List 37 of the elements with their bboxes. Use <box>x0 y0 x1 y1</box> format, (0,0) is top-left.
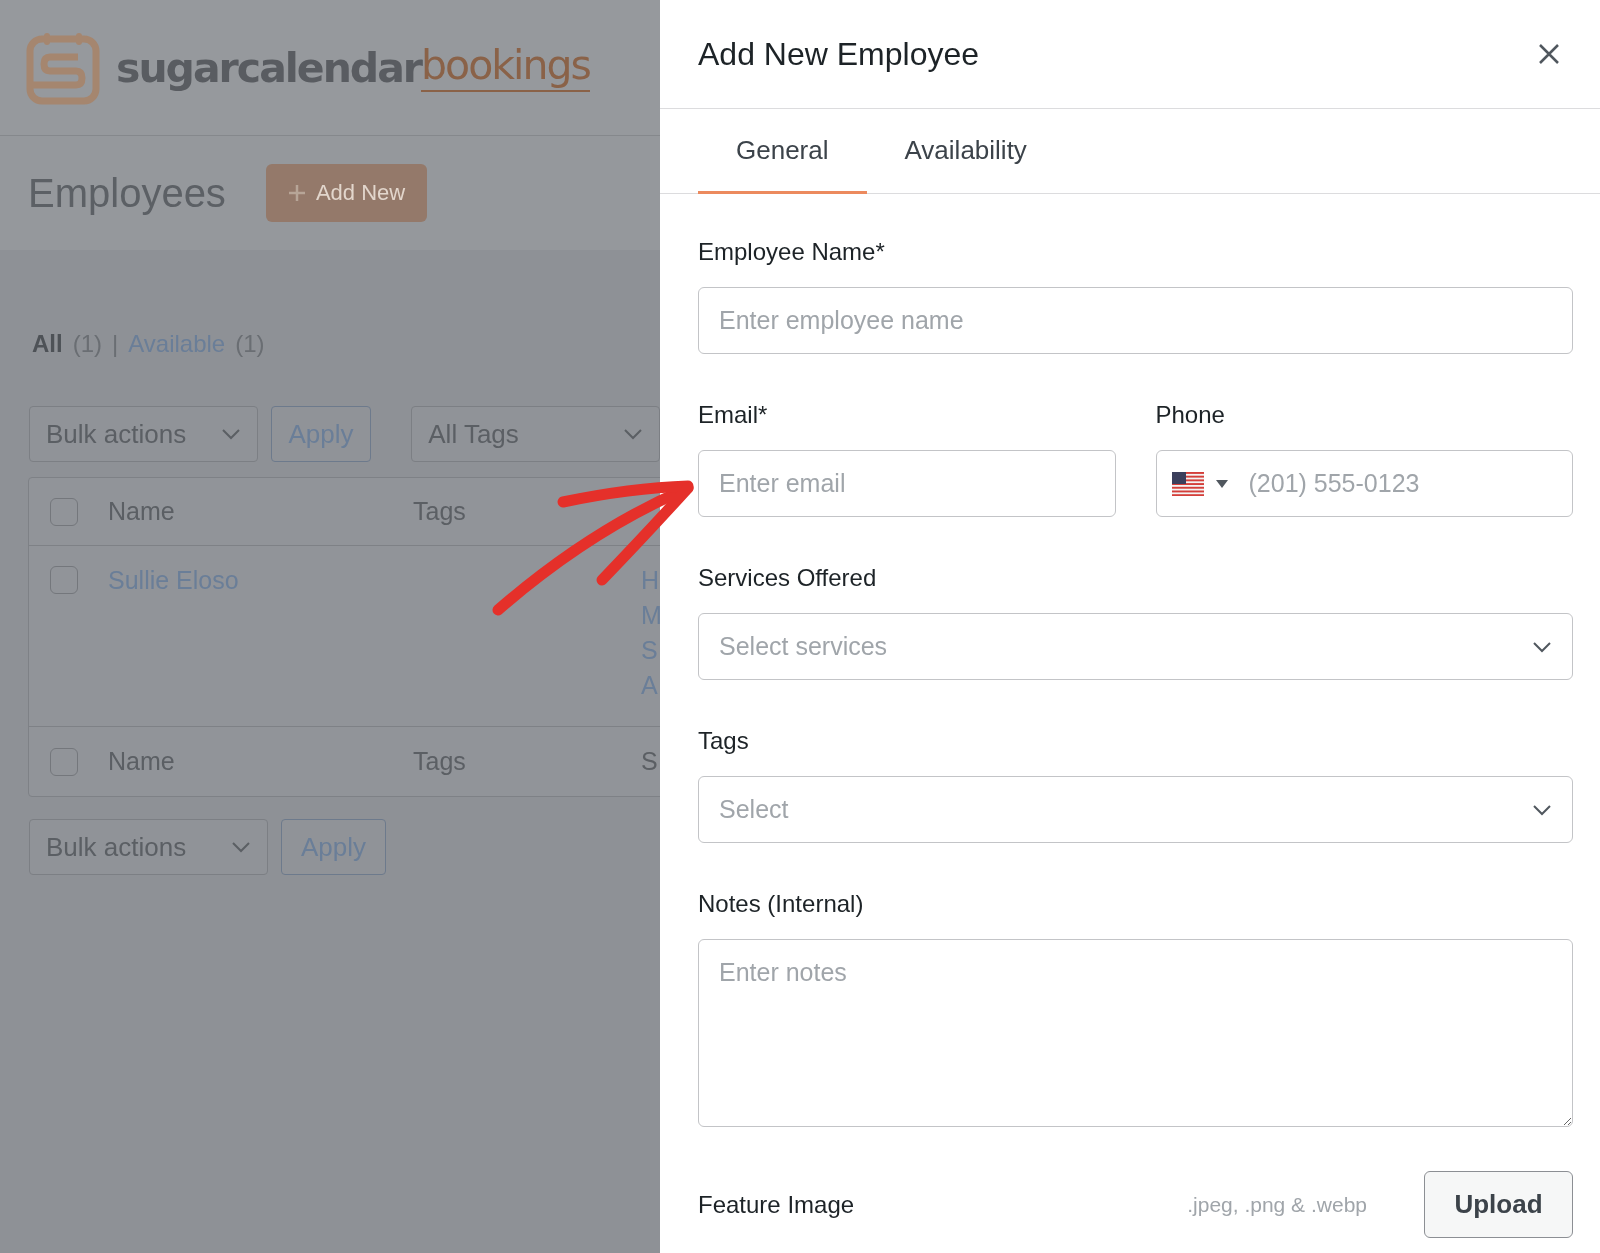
field-label: Notes (Internal) <box>698 890 865 918</box>
caret-icon[interactable] <box>1215 480 1228 488</box>
brand-name: sugarcalendar <box>116 43 422 92</box>
tab[interactable]: Availability <box>866 109 1065 194</box>
close-icon[interactable] <box>1538 43 1560 65</box>
add-new-button[interactable]: Add New <box>265 164 428 222</box>
filter-separator: | <box>112 330 119 358</box>
field-label: Feature Image <box>698 1190 856 1219</box>
chevron-icon <box>623 428 643 440</box>
plus-icon <box>287 184 306 202</box>
select-field[interactable]: Select <box>698 776 1573 843</box>
field-label: Phone <box>1155 401 1226 429</box>
page-heading: Employees <box>28 170 226 216</box>
chevron-icon <box>220 428 241 440</box>
chevron-icon <box>1532 803 1552 816</box>
field-label: Email* <box>698 401 769 429</box>
input-field[interactable]: Enter email <box>698 450 1116 517</box>
notes-field[interactable]: Enter notes <box>698 939 1573 1127</box>
checkbox[interactable] <box>50 747 78 776</box>
tab[interactable]: General <box>698 109 867 194</box>
brand-suffix: bookings <box>421 43 590 92</box>
panel-title: Add New Employee <box>698 35 980 73</box>
input-field[interactable]: Enter employee name <box>698 287 1573 354</box>
checkbox[interactable] <box>50 497 78 526</box>
checkbox[interactable] <box>50 566 78 594</box>
chevron-icon <box>231 841 251 853</box>
filter-link[interactable]: All <box>32 330 63 358</box>
calendar-logo-icon <box>26 30 100 105</box>
field-label: Services Offered <box>698 564 878 592</box>
field-label: Tags <box>698 727 750 755</box>
field-label: Employee Name* <box>698 238 886 266</box>
chevron-icon <box>1532 640 1552 653</box>
select-field[interactable]: Select services <box>698 613 1573 680</box>
upload-button[interactable]: Upload <box>1424 1171 1573 1238</box>
file-types-hint: .jpeg, .png & .webp <box>1187 1192 1367 1217</box>
phone-field[interactable]: (201) 555-0123 <box>1155 450 1573 517</box>
flag-icon[interactable] <box>1171 472 1204 496</box>
